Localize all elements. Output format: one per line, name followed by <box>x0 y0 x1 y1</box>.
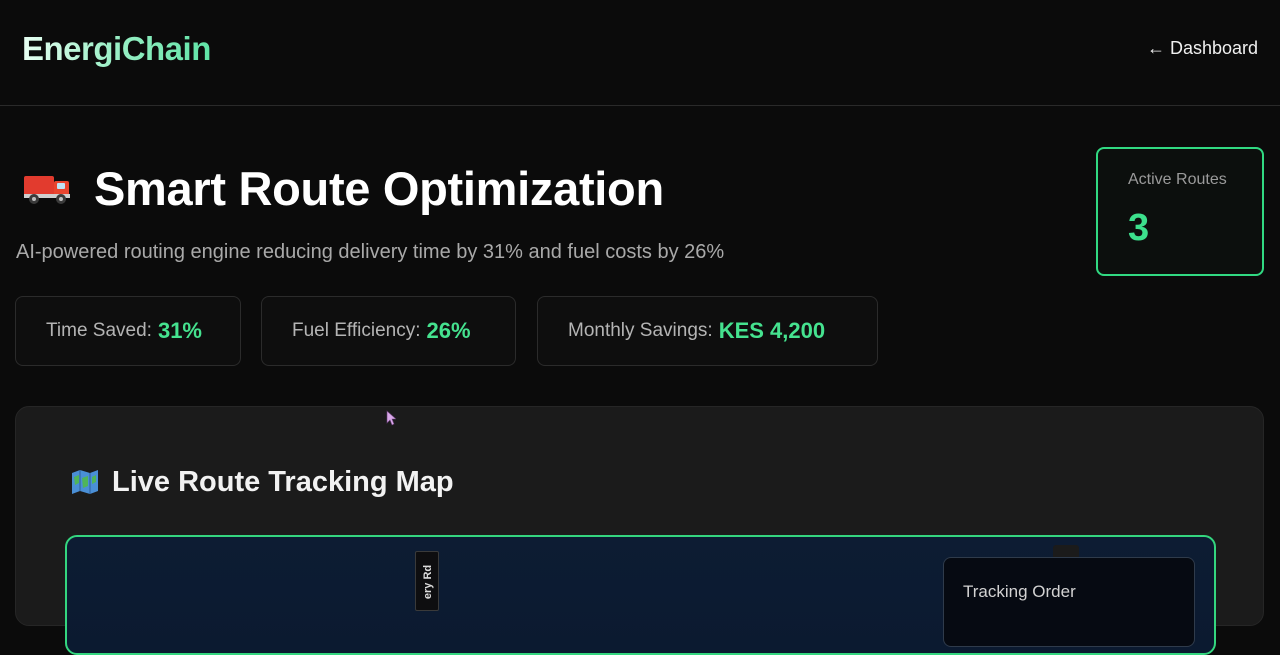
monthly-savings-stat: Monthly Savings: KES 4,200 <box>537 296 878 366</box>
road-name-text: ery Rd <box>422 564 434 600</box>
time-saved-stat: Time Saved: 31% <box>15 296 241 366</box>
page-subtitle: AI-powered routing engine reducing deliv… <box>16 241 725 263</box>
active-routes-value: 3 <box>1128 207 1150 249</box>
map-section-heading: Live Route Tracking Map <box>112 465 454 498</box>
active-routes-label: Active Routes <box>1128 171 1227 188</box>
back-to-dashboard-link[interactable]: ← Dashboard <box>1147 38 1258 59</box>
top-navigation-bar: EnergiChain ← Dashboard <box>0 0 1280 106</box>
stat-value: 26% <box>426 318 471 343</box>
delivery-truck-icon <box>24 176 70 204</box>
page-title-row: Smart Route Optimization <box>22 158 664 218</box>
stat-label: Time Saved: <box>46 320 152 341</box>
map-section-title: Live Route Tracking Map <box>70 464 454 500</box>
world-map-icon <box>72 470 98 494</box>
brand-logo[interactable]: EnergiChain <box>22 30 211 68</box>
stat-label: Fuel Efficiency: <box>292 320 421 341</box>
stat-value: 31% <box>157 318 202 343</box>
fuel-efficiency-stat: Fuel Efficiency: 26% <box>261 296 516 366</box>
stat-value: KES 4,200 <box>718 318 826 343</box>
live-route-map[interactable]: ery Rd Tracking Order <box>65 535 1216 655</box>
tracking-popup-title: Tracking Order <box>963 582 1076 601</box>
stat-label: Monthly Savings: <box>568 320 713 341</box>
mouse-cursor-icon <box>386 410 396 426</box>
route-tracking-panel: Live Route Tracking Map ery Rd Tracking … <box>15 406 1264 655</box>
active-routes-card: Active Routes 3 <box>1096 147 1264 276</box>
road-name-label: ery Rd <box>415 551 439 611</box>
page-title: Smart Route Optimization <box>94 161 664 215</box>
tracking-order-popup[interactable]: Tracking Order <box>943 557 1195 647</box>
